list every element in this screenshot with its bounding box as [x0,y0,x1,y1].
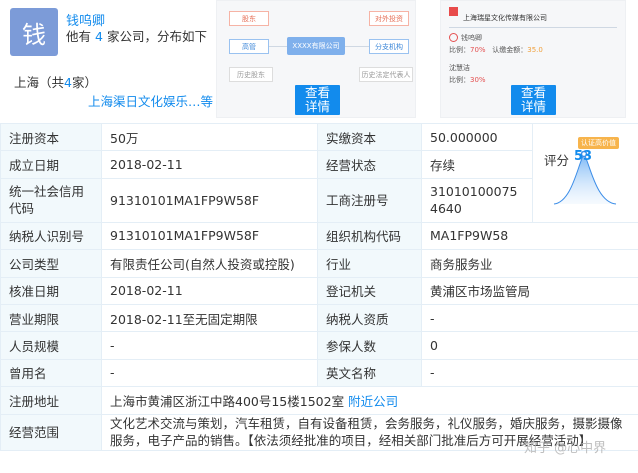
reg-no-value: 310101000754640 [421,177,533,223]
company-count-text: 他有 4 家公司，分布如下 [66,29,207,44]
equity-structure-thumbnail[interactable]: 上海瑞星文化传媒有限公司 钱呜卿 比例：70% 认缴金额：35.0 沈慧洁 比例… [440,0,626,118]
score-value: 53 [574,149,593,164]
org-code-value: MA1FP9W58 [421,221,638,251]
diagram-node-executive: 高管 [229,39,269,54]
taxpayer-id-label: 纳税人识别号 [0,221,102,251]
approval-date-label: 核准日期 [0,276,102,305]
est-date-label: 成立日期 [0,150,102,179]
paid-capital-value: 50.000000 [421,122,533,152]
status-value: 存续 [421,150,533,179]
table-row: 核准日期 2018-02-11 登记机关 黄浦区市场监管局 [0,276,638,305]
former-name-value: - [101,358,318,388]
equity-company-title: 上海瑞星文化传媒有限公司 [463,14,547,22]
equity-row-2: 沈慧洁 [449,64,470,72]
company-count-number: 4 [95,29,103,44]
credit-code-value: 91310101MA1FP9W58F [101,177,318,223]
region-summary: 上海（共4家） [14,75,97,90]
table-row: 公司类型 有限责任公司(自然人投资或控股) 行业 商务服务业 [0,249,638,278]
address-text: 上海市黄浦区浙江中路400号15楼1502室 [110,393,345,409]
table-row: 营业期限 2018-02-11至无固定期限 纳税人资质 - [0,303,638,333]
view-details-button[interactable]: 查看 详情 [295,85,340,115]
avatar: 钱 [10,8,58,56]
taxpayer-id-value: 91310101MA1FP9W58F [101,221,318,251]
taxpayer-qual-value: - [421,303,638,333]
diagram-connector [269,46,287,47]
equity-row-1: 钱呜卿 [449,33,482,43]
company-logo-icon [449,7,458,16]
address-label: 注册地址 [0,386,102,415]
diagram-node-shareholder: 股东 [229,11,269,26]
status-label: 经营状态 [317,150,422,179]
equity-row-2-detail: 比例：30% [449,76,486,84]
person-card: 钱 钱呜卿 他有 4 家公司，分布如下 上海（共4家） 上海渠日文化娱乐…等 [6,0,213,118]
top-section: 钱 钱呜卿 他有 4 家公司，分布如下 上海（共4家） 上海渠日文化娱乐…等 股… [0,0,638,123]
diagram-divider [449,27,617,28]
former-name-label: 曾用名 [0,358,102,388]
diagram-node-history-shareholder: 历史股东 [229,67,273,82]
reg-capital-value: 50万 [101,122,318,152]
credit-code-label: 统一社会信用代码 [0,177,102,223]
equity-row-1-detail: 比例：70% 认缴金额：35.0 [449,46,543,54]
term-label: 营业期限 [0,303,102,333]
org-code-label: 组织机构代码 [317,221,422,251]
staff-size-value: - [101,331,318,360]
english-name-label: 英文名称 [317,358,422,388]
industry-value: 商务服务业 [421,249,638,278]
english-name-value: - [421,358,638,388]
scope-label: 经营范围 [0,413,102,451]
est-date-value: 2018-02-11 [101,150,318,179]
authority-label: 登记机关 [317,276,422,305]
company-list-link[interactable]: 上海渠日文化娱乐…等 [88,91,213,110]
relationship-diagram-thumbnail[interactable]: 股东 对外投资 高管 XXXX有限公司 分支机构 历史股东 历史法定代表人 查看… [216,0,416,118]
score-widget[interactable]: 认证高价值 评分 53 [534,124,637,208]
table-row: 纳税人识别号 91310101MA1FP9W58F 组织机构代码 MA1FP9W… [0,221,638,251]
diagram-node-history-legal-rep: 历史法定代表人 [359,67,413,82]
taxpayer-qual-label: 纳税人资质 [317,303,422,333]
score-badge: 认证高价值 [578,137,619,149]
score-label: 评分 [544,153,570,168]
staff-size-label: 人员规模 [0,331,102,360]
authority-value: 黄浦区市场监管局 [421,276,638,305]
diagram-center-company: XXXX有限公司 [287,37,345,55]
table-row: 注册地址 上海市黄浦区浙江中路400号15楼1502室 附近公司 [0,386,638,415]
watermark: 知乎 @心中界 [524,441,607,456]
company-type-value: 有限责任公司(自然人投资或控股) [101,249,318,278]
term-value: 2018-02-11至无固定期限 [101,303,318,333]
reg-no-label: 工商注册号 [317,177,422,223]
paid-capital-label: 实缴资本 [317,122,422,152]
person-icon [449,33,458,42]
company-type-label: 公司类型 [0,249,102,278]
industry-label: 行业 [317,249,422,278]
insured-label: 参保人数 [317,331,422,360]
view-details-button[interactable]: 查看 详情 [511,85,556,115]
table-row: 人员规模 - 参保人数 0 [0,331,638,360]
approval-date-value: 2018-02-11 [101,276,318,305]
person-name-link[interactable]: 钱呜卿 [66,10,105,29]
reg-capital-label: 注册资本 [0,122,102,152]
nearby-companies-link[interactable]: 附近公司 [348,394,398,409]
address-value: 上海市黄浦区浙江中路400号15楼1502室 附近公司 [101,386,638,415]
diagram-node-investment: 对外投资 [369,11,409,26]
diagram-connector [345,46,369,47]
diagram-node-branch: 分支机构 [369,39,409,54]
insured-value: 0 [421,331,638,360]
table-row: 曾用名 - 英文名称 - [0,358,638,388]
